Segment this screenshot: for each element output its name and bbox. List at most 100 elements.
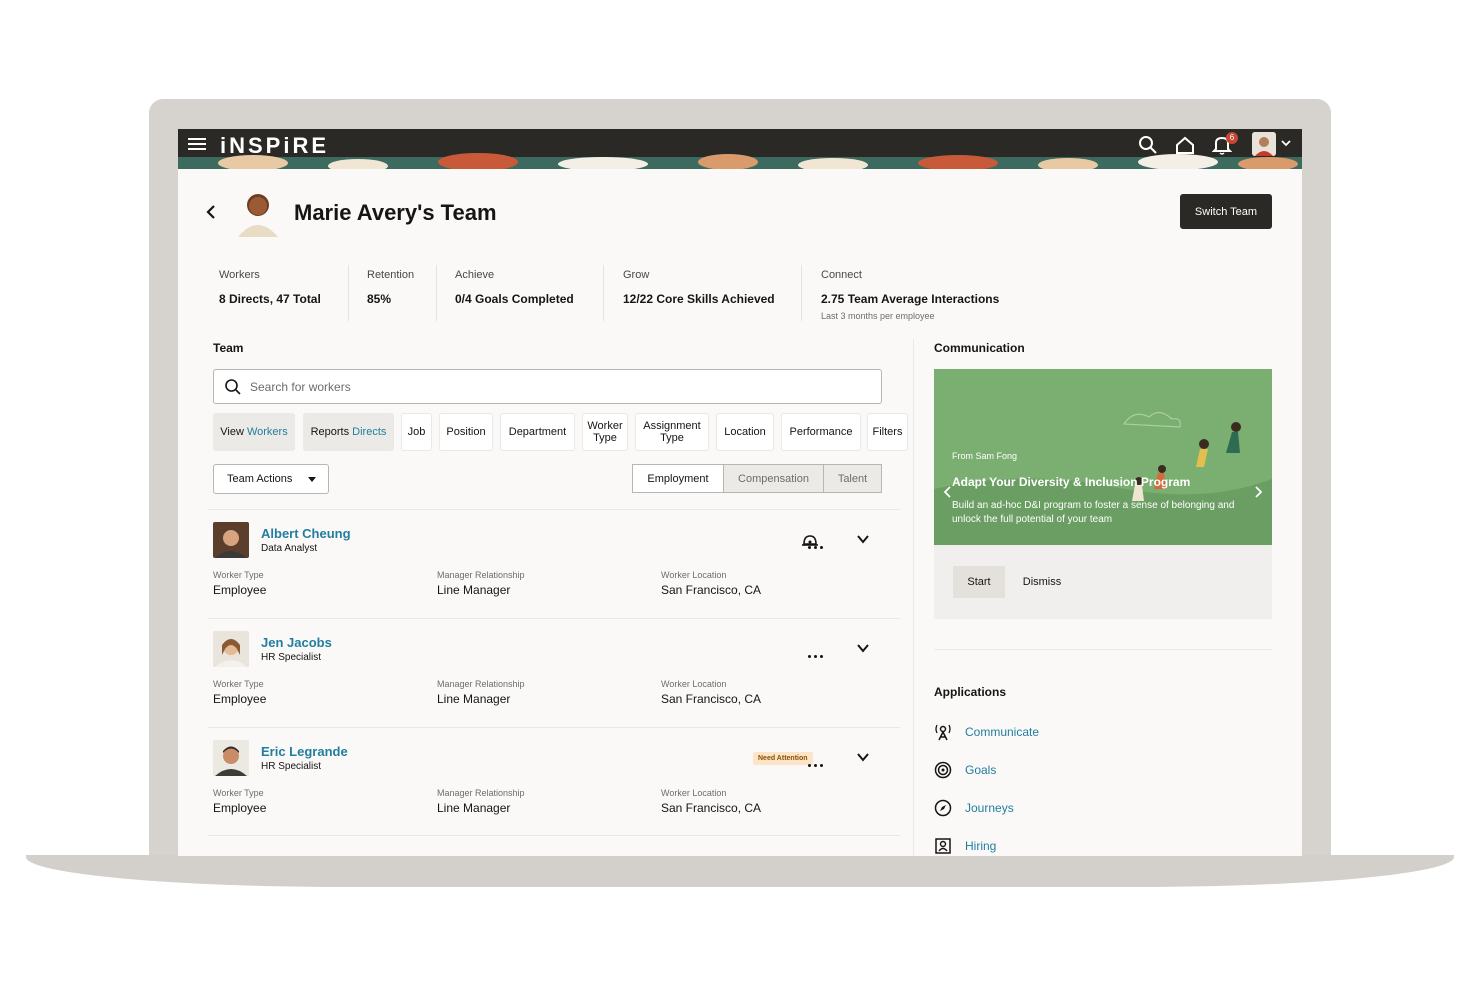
worker-role: HR Specialist: [261, 652, 322, 663]
field-value: San Francisco, CA: [661, 583, 762, 597]
section-divider: [934, 649, 1272, 650]
communication-card-title: Adapt Your Diversity & Inclusion Program: [952, 475, 1191, 489]
tab-talent[interactable]: Talent: [823, 464, 882, 493]
metric-grow: Grow 12/22 Core Skills Achieved: [623, 269, 775, 306]
communication-from: From Sam Fong: [952, 451, 1018, 461]
header-pattern-shape: [558, 157, 648, 169]
field-label: Manager Relationship: [437, 788, 525, 798]
metric-achieve: Achieve 0/4 Goals Completed: [455, 269, 574, 306]
search-input[interactable]: [250, 378, 850, 396]
worker-name-link[interactable]: Albert Cheung: [261, 526, 351, 541]
app-link-journeys[interactable]: Journeys: [934, 797, 1014, 819]
field-value: Employee: [213, 801, 267, 815]
app-header: iNSPiRE 6: [178, 129, 1302, 169]
team-actions-menu[interactable]: Team Actions: [213, 464, 329, 494]
chevron-down-icon[interactable]: [856, 532, 870, 546]
worker-location-field: Worker Location San Francisco, CA: [661, 570, 761, 597]
team-section-title: Team: [213, 341, 244, 355]
worker-avatar: [213, 631, 249, 667]
worker-name-link[interactable]: Jen Jacobs: [261, 635, 332, 650]
metric-label: Connect: [821, 269, 862, 281]
worker-search[interactable]: [213, 369, 882, 404]
manager-relationship-field: Manager Relationship Line Manager: [437, 788, 525, 815]
header-pattern-shape: [328, 159, 388, 169]
metric-label: Achieve: [455, 269, 495, 281]
user-avatar[interactable]: [1252, 132, 1276, 156]
search-icon[interactable]: [1136, 134, 1160, 156]
field-label: Manager Relationship: [437, 570, 525, 580]
communication-banner[interactable]: From Sam Fong Adapt Your Diversity & Inc…: [934, 369, 1272, 545]
manager-relationship-field: Manager Relationship Line Manager: [437, 679, 525, 706]
filter-department[interactable]: Department: [500, 413, 575, 451]
back-chevron-icon[interactable]: [204, 203, 218, 221]
field-label: Worker Type: [213, 788, 264, 798]
chevron-down-icon[interactable]: [1280, 137, 1292, 149]
metric-workers: Workers 8 Directs, 47 Total: [219, 269, 321, 306]
field-label: Manager Relationship: [437, 679, 525, 689]
more-actions-icon[interactable]: [808, 645, 832, 658]
metric-divider: [801, 265, 802, 321]
worker-name-link[interactable]: Eric Legrande: [261, 744, 348, 759]
app-link-communicate[interactable]: Communicate: [934, 721, 1039, 743]
start-button[interactable]: Start: [953, 566, 1005, 598]
journeys-icon: [934, 799, 952, 817]
field-value: Line Manager: [437, 692, 511, 706]
worker-location-field: Worker Location San Francisco, CA: [661, 679, 761, 706]
filter-view-workers[interactable]: View Workers: [213, 413, 295, 451]
filter-location[interactable]: Location: [716, 413, 774, 451]
team-actions-label: Team Actions: [227, 473, 293, 485]
metric-divider: [436, 265, 437, 321]
filter-worker-type[interactable]: Worker Type: [582, 413, 628, 451]
app-screen: iNSPiRE 6 Marie Avery's Team Switch Team…: [178, 129, 1302, 856]
filter-performance[interactable]: Performance: [781, 413, 861, 451]
metric-value: 8 Directs, 47 Total: [219, 292, 321, 306]
header-pattern-shape: [1138, 154, 1218, 169]
metric-retention: Retention 85%: [367, 269, 414, 306]
filter-more-filters[interactable]: Filters: [867, 413, 908, 451]
filter-job[interactable]: Job: [401, 413, 432, 451]
tab-compensation[interactable]: Compensation: [723, 464, 824, 493]
tab-employment[interactable]: Employment: [632, 464, 724, 493]
filter-reports-directs[interactable]: Reports Directs: [303, 413, 394, 451]
field-label: Worker Type: [213, 570, 264, 580]
metric-value: 0/4 Goals Completed: [455, 292, 574, 306]
chevron-left-icon[interactable]: [942, 485, 954, 499]
chevron-down-icon[interactable]: [856, 641, 870, 655]
notifications-button[interactable]: 6: [1211, 132, 1238, 156]
chevron-right-icon[interactable]: [1252, 485, 1264, 499]
filter-position[interactable]: Position: [439, 413, 493, 451]
field-label: Worker Type: [213, 679, 264, 689]
metric-divider: [348, 265, 349, 321]
metric-label: Grow: [623, 269, 650, 281]
communication-card-description: Build an ad-hoc D&I program to foster a …: [952, 500, 1235, 525]
filter-label: View: [220, 426, 247, 438]
worker-card: Albert Cheung Data Analyst Worker Type E…: [208, 509, 900, 618]
field-value: San Francisco, CA: [661, 692, 762, 706]
metric-value: 2.75 Team Average Interactions: [821, 292, 1000, 306]
chevron-down-icon[interactable]: [856, 750, 870, 764]
goals-icon: [934, 761, 952, 779]
header-decorative-band: [178, 153, 1302, 169]
field-value: Employee: [213, 692, 267, 706]
filter-assignment-type[interactable]: Assignment Type: [635, 413, 709, 451]
switch-team-button[interactable]: Switch Team: [1180, 194, 1272, 229]
hamburger-menu-icon[interactable]: [188, 138, 206, 152]
column-divider: [913, 339, 914, 856]
home-icon[interactable]: [1173, 134, 1197, 156]
header-pattern-shape: [1238, 157, 1298, 169]
worker-type-field: Worker Type Employee: [213, 570, 266, 597]
app-link-label: Hiring: [965, 839, 997, 853]
worker-card: Jen Jacobs HR Specialist Worker Type Emp…: [208, 618, 900, 727]
metric-label: Workers: [219, 269, 260, 281]
worker-card: Eric Legrande HR Specialist Need Attenti…: [208, 727, 900, 836]
more-actions-icon[interactable]: [808, 536, 832, 549]
dismiss-button[interactable]: Dismiss: [1016, 566, 1068, 598]
app-link-goals[interactable]: Goals: [934, 759, 996, 781]
app-link-label: Communicate: [965, 725, 1040, 739]
worker-type-field: Worker Type Employee: [213, 679, 266, 706]
hiring-icon: [935, 838, 951, 854]
metric-divider: [603, 265, 604, 321]
more-actions-icon[interactable]: [808, 754, 832, 767]
status-badge: Need Attention: [753, 752, 813, 765]
app-link-hiring[interactable]: Hiring: [934, 835, 996, 856]
